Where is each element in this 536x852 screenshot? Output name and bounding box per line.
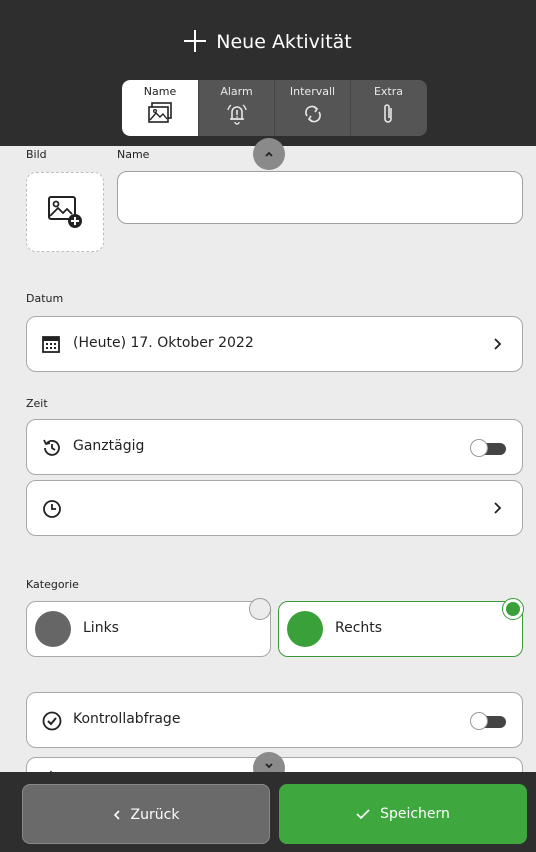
header: Neue Aktivität Name Alarm Intervall Extr…: [0, 0, 536, 146]
history-icon: [43, 439, 60, 456]
category-links[interactable]: Links: [26, 601, 271, 657]
tab-name-label: Name: [143, 85, 177, 98]
category-rechts[interactable]: Rechts: [278, 601, 523, 657]
category-links-radio[interactable]: [249, 598, 271, 620]
chevron-left-icon: [113, 810, 120, 820]
page-title: Neue Aktivität: [0, 30, 536, 53]
save-button[interactable]: Speichern: [279, 784, 527, 844]
image-picker[interactable]: [26, 172, 104, 252]
calendar-icon: [42, 336, 60, 353]
tab-name[interactable]: Name: [122, 80, 198, 136]
category-links-label: Links: [83, 620, 119, 636]
date-value: (Heute) 17. Oktober 2022: [73, 335, 254, 351]
chevron-up-icon: [265, 151, 273, 157]
control-check-toggle[interactable]: [470, 712, 506, 730]
alarm-bell-icon: [226, 104, 247, 125]
datum-label: Datum: [26, 292, 64, 305]
collapse-up-button[interactable]: [253, 138, 285, 170]
tab-intervall-label: Intervall: [289, 85, 336, 98]
allday-field: Ganztägig: [26, 419, 523, 475]
category-rechts-label: Rechts: [335, 620, 383, 636]
footer: Zurück Speichern: [0, 772, 536, 852]
allday-label: Ganztägig: [73, 438, 145, 454]
time-field[interactable]: [26, 480, 523, 536]
tab-alarm-label: Alarm: [220, 85, 253, 98]
clock-icon: [43, 500, 61, 518]
zeit-label: Zeit: [26, 397, 48, 410]
plus-icon: [184, 30, 207, 52]
date-field[interactable]: (Heute) 17. Oktober 2022: [26, 316, 523, 372]
image-icon: [148, 102, 172, 123]
paperclip-icon: [383, 104, 392, 123]
tab-extra-label: Extra: [373, 85, 404, 98]
chevron-right-icon: [494, 502, 502, 514]
category-rechts-radio[interactable]: [502, 598, 524, 620]
tab-bar: Name Alarm Intervall Extra: [122, 80, 427, 136]
check-circle-icon: [42, 711, 62, 731]
back-button-label: Zurück: [130, 807, 180, 823]
category-color-swatch: [35, 611, 71, 647]
page-title-text: Neue Aktivität: [216, 31, 352, 53]
control-check-label: Kontrollabfrage: [73, 711, 181, 727]
toggle-knob: [470, 439, 488, 457]
add-image-icon: [48, 196, 82, 228]
chevron-down-icon: [265, 763, 273, 769]
bild-label: Bild: [26, 148, 47, 161]
category-color-swatch: [287, 611, 323, 647]
repeat-icon: [304, 105, 321, 123]
kategorie-label: Kategorie: [26, 578, 79, 591]
tab-extra[interactable]: Extra: [350, 80, 426, 136]
save-button-label: Speichern: [380, 806, 450, 822]
tab-intervall[interactable]: Intervall: [274, 80, 350, 136]
allday-toggle[interactable]: [470, 439, 506, 457]
name-input[interactable]: [117, 171, 523, 224]
back-button[interactable]: Zurück: [22, 784, 270, 844]
tab-alarm[interactable]: Alarm: [198, 80, 274, 136]
toggle-knob: [470, 712, 488, 730]
check-icon: [356, 809, 370, 820]
control-check-field: Kontrollabfrage: [26, 692, 523, 748]
name-label: Name: [117, 148, 150, 161]
chevron-right-icon: [494, 338, 502, 350]
